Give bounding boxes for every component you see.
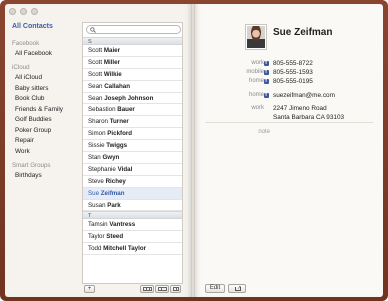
phone-field-mobile: mobile 805-555-1593 <box>193 68 383 77</box>
minimize-window-button[interactable] <box>20 8 27 15</box>
contacts-list-panel: S Scott Maier Scott Miller Scott Wilkie … <box>82 22 183 284</box>
view-list-button[interactable] <box>155 285 169 293</box>
address-field-work: work 2247 Jimeno Road Santa Barbara CA 9… <box>193 104 383 122</box>
group-baby-sitters[interactable]: Baby sitters <box>10 84 78 95</box>
phone-value[interactable]: 805-555-1593 <box>273 68 313 77</box>
share-arrow-icon: ↗ <box>237 284 242 291</box>
window-controls <box>9 8 38 15</box>
phone-value[interactable]: 805-555-0195 <box>273 77 313 86</box>
avatar <box>247 26 265 48</box>
card-view-icon <box>172 287 179 291</box>
group-header-smart-groups: Smart Groups <box>12 162 51 169</box>
edit-button[interactable]: Edit <box>205 284 225 293</box>
field-label: mobile <box>246 69 264 75</box>
facebook-icon <box>264 68 269 77</box>
contacts-window: All Contacts Facebook All Facebook iClou… <box>0 0 388 301</box>
search-field[interactable] <box>86 25 181 34</box>
contact-row[interactable]: Sissie Twiggs <box>83 140 182 153</box>
zoom-window-button[interactable] <box>31 8 38 15</box>
note-label[interactable]: note <box>253 129 270 135</box>
contact-row-selected[interactable]: Sue Zeifman <box>83 187 182 200</box>
contact-row[interactable]: Stan Gwyn <box>83 152 182 164</box>
group-poker-group[interactable]: Poker Group <box>10 126 78 137</box>
field-label: work <box>251 105 264 111</box>
list-toolbar: + <box>82 284 183 294</box>
contact-row[interactable]: Sebastion Bauer <box>83 104 182 117</box>
contact-card: Sue Zeifman work 805-555-8722 mobile 805… <box>193 4 383 297</box>
close-window-button[interactable] <box>9 8 16 15</box>
contact-photo[interactable] <box>245 24 267 50</box>
contact-row[interactable]: Stephanie Vidal <box>83 164 182 176</box>
contact-row[interactable]: Sean Joseph Johnson <box>83 93 182 105</box>
field-label: work <box>251 60 264 66</box>
contact-row[interactable]: Sean Callahan <box>83 81 182 93</box>
contact-row[interactable]: Susan Park <box>83 200 182 212</box>
facebook-icon <box>264 91 269 100</box>
email-value[interactable]: suezeifman@me.com <box>273 91 335 100</box>
section-header-s: S <box>83 37 182 45</box>
contact-row[interactable]: Taylor Steed <box>83 231 182 244</box>
address-line1[interactable]: 2247 Jimeno Road <box>273 104 327 113</box>
group-all-contacts[interactable]: All Contacts <box>10 22 78 33</box>
group-header-facebook: Facebook <box>12 39 40 47</box>
group-header-icloud: iCloud <box>12 64 30 71</box>
group-all-icloud[interactable]: All iCloud <box>10 73 78 84</box>
group-repair[interactable]: Repair <box>10 136 78 147</box>
address-line2[interactable]: Santa Barbara CA 93103 <box>273 113 344 122</box>
note-divider <box>205 122 373 123</box>
contact-row[interactable]: Scott Maier <box>83 45 182 57</box>
group-golf-buddies[interactable]: Golf Buddies <box>10 115 78 126</box>
contact-row[interactable]: Scott Wilkie <box>83 69 182 81</box>
group-all-facebook[interactable]: All Facebook <box>10 49 78 60</box>
group-work[interactable]: Work <box>10 147 78 158</box>
three-column-view-icon <box>142 287 152 291</box>
group-book-club[interactable]: Book Club <box>10 94 78 105</box>
contact-row[interactable]: Steve Richey <box>83 176 182 188</box>
contacts-list: S Scott Maier Scott Miller Scott Wilkie … <box>83 37 182 256</box>
phone-field-home: home 805-555-0195 <box>193 77 383 86</box>
facebook-icon <box>264 59 269 68</box>
view-groups-button[interactable] <box>140 285 154 293</box>
group-birthdays[interactable]: Birthdays <box>10 171 78 182</box>
phone-field-work: work 805-555-8722 <box>193 59 383 68</box>
search-icon <box>90 26 96 33</box>
contact-row[interactable]: Tamsin Vantress <box>83 219 182 232</box>
add-contact-button[interactable]: + <box>84 285 95 293</box>
field-label: home <box>248 78 264 84</box>
field-label: home <box>248 92 264 98</box>
contact-row[interactable]: Scott Miller <box>83 57 182 69</box>
card-toolbar: Edit ↗ <box>205 284 265 294</box>
contact-name: Sue Zeifman <box>273 27 333 38</box>
contact-row[interactable]: Simon Pickford <box>83 128 182 141</box>
facebook-icon <box>264 77 269 86</box>
contact-row[interactable]: Todd Mitchell Taylor <box>83 243 182 256</box>
section-header-t: T <box>83 211 182 220</box>
share-button[interactable]: ↗ <box>228 284 246 293</box>
group-friends-family[interactable]: Friends & Family <box>10 105 78 116</box>
two-column-view-icon <box>157 287 167 291</box>
phone-value[interactable]: 805-555-8722 <box>273 59 313 68</box>
groups-list: All Contacts Facebook All Facebook iClou… <box>10 22 78 182</box>
view-card-button[interactable] <box>170 285 181 293</box>
email-field-home: home suezeifman@me.com <box>193 91 383 100</box>
search-input[interactable] <box>98 26 178 33</box>
contact-row[interactable]: Sharon Turner <box>83 116 182 129</box>
